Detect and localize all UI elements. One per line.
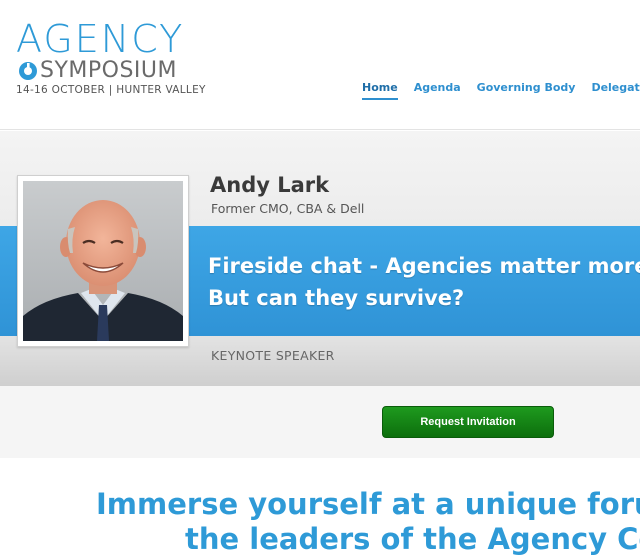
site-header: AGENCY SYMPOSIUM 14-16 OCTOBER | HUNTER … [0, 0, 640, 130]
talk-title-line-1: Fireside chat - Agencies matter more tha… [208, 254, 640, 278]
logo-mark-icon [19, 62, 37, 80]
speaker-job-title: Former CMO, CBA & Dell [211, 201, 365, 216]
logo-symposium-text: SYMPOSIUM [40, 58, 178, 83]
site-logo[interactable]: AGENCY SYMPOSIUM 14-16 OCTOBER | HUNTER … [16, 17, 205, 100]
logo-event-dates: 14-16 OCTOBER | HUNTER VALLEY [16, 84, 206, 96]
cta-section: Request Invitation [0, 386, 640, 458]
talk-title: Fireside chat - Agencies matter more tha… [208, 250, 640, 314]
request-invitation-button[interactable]: Request Invitation [382, 406, 554, 438]
speaker-role-label: KEYNOTE SPEAKER [211, 348, 335, 363]
page: AGENCY SYMPOSIUM 14-16 OCTOBER | HUNTER … [0, 0, 640, 560]
nav-item-delegates[interactable]: Delegates [591, 80, 640, 100]
logo-agency-text: AGENCY [16, 17, 185, 61]
tagline-section: Immerse yourself at a unique forum the l… [0, 458, 640, 560]
speaker-name: Andy Lark [210, 173, 330, 197]
main-nav: Home Agenda Governing Body Delegates [362, 80, 640, 100]
speaker-portrait-icon [23, 181, 183, 341]
talk-title-line-2: But can they survive? [208, 286, 465, 310]
nav-item-agenda[interactable]: Agenda [414, 80, 461, 100]
nav-item-home[interactable]: Home [362, 80, 398, 100]
tagline-line-2: the leaders of the Agency Com [185, 522, 640, 556]
nav-item-governing-body[interactable]: Governing Body [477, 80, 576, 100]
tagline-line-1: Immerse yourself at a unique forum [96, 487, 640, 521]
speaker-photo [17, 175, 189, 347]
